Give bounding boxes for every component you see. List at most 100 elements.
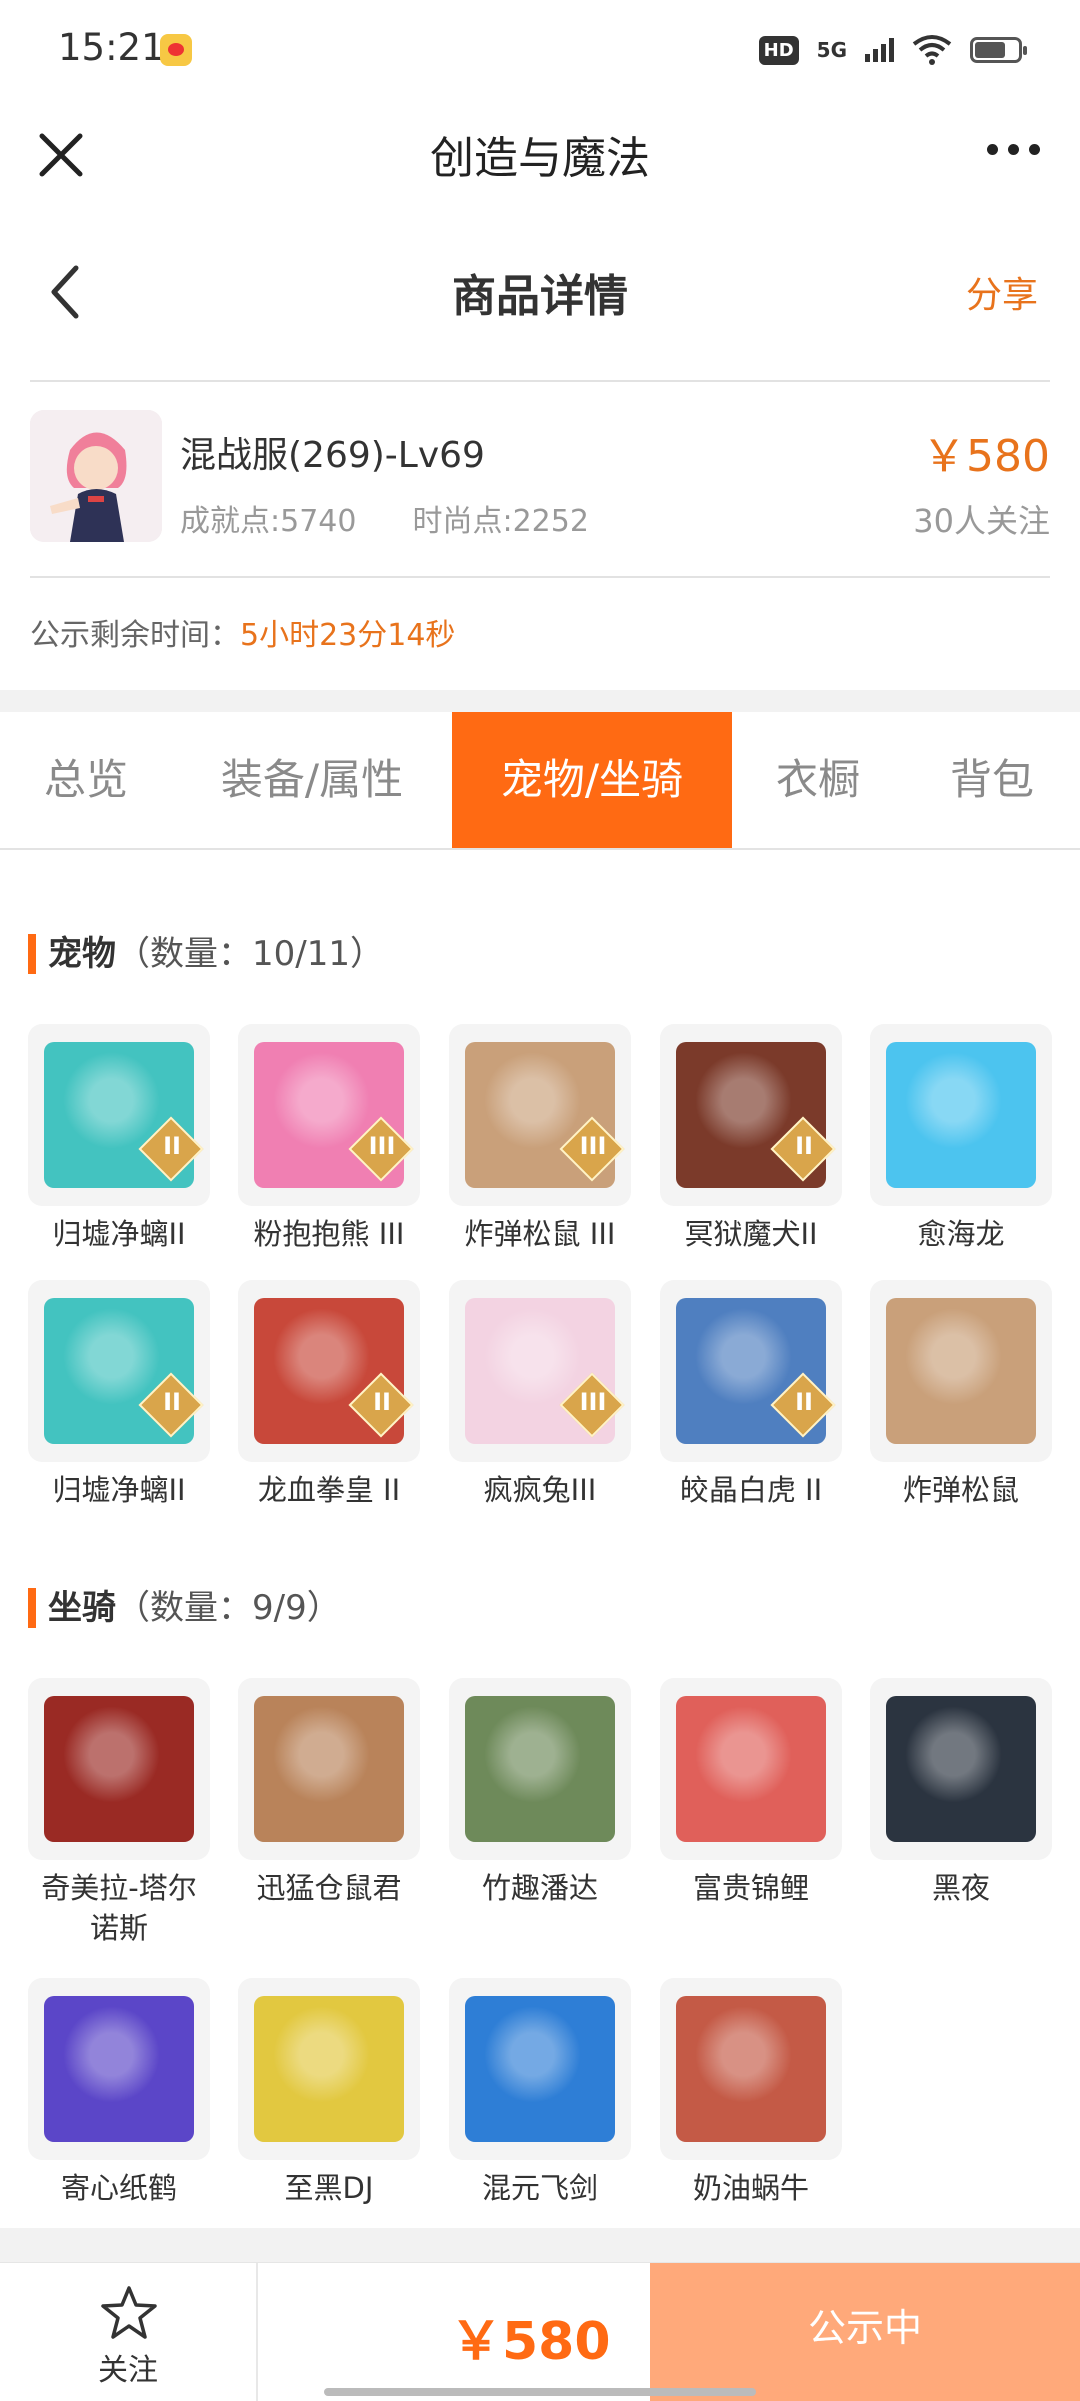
- mount-name: 富贵锦鲤: [692, 1871, 809, 1905]
- mount-item[interactable]: 富贵锦鲤: [660, 1678, 842, 1908]
- pet-item[interactable]: III 粉抱抱熊 III: [238, 1024, 420, 1254]
- pets-section-title: 宠物（数量：10/11）: [28, 926, 384, 975]
- pet-name: 归墟净螭II: [52, 1473, 186, 1507]
- pet-item[interactable]: 愈海龙: [870, 1024, 1052, 1254]
- product-stats: 成就点:5740 时尚点:2252: [180, 496, 589, 540]
- mount-thumbnail: [238, 1678, 420, 1860]
- pet-image: [886, 1042, 1036, 1188]
- pet-name: 皎晶白虎 II: [679, 1473, 823, 1507]
- mount-name: 黑夜: [931, 1871, 990, 1905]
- mounts-title: 坐骑: [48, 1588, 116, 1628]
- home-indicator: [324, 2388, 756, 2396]
- mounts-section-title: 坐骑（数量：9/9）: [28, 1580, 341, 1629]
- pet-thumbnail: II: [28, 1024, 210, 1206]
- mount-item[interactable]: 迅猛仓鼠君: [238, 1678, 420, 1908]
- mounts-count: （数量：9/9）: [116, 1588, 341, 1628]
- mount-item[interactable]: 至黑DJ: [238, 1978, 420, 2208]
- pet-name: 冥狱魔犬II: [684, 1217, 818, 1251]
- pets-title: 宠物: [48, 934, 116, 974]
- mount-image: [254, 1696, 404, 1842]
- product-name: 混战服(269)-Lv69: [180, 435, 485, 476]
- pet-item[interactable]: III 炸弹松鼠 III: [449, 1024, 631, 1254]
- share-button[interactable]: 分享: [966, 266, 1038, 318]
- mount-item[interactable]: 奇美拉-塔尔诺斯: [28, 1678, 210, 1948]
- fashion-points: 时尚点:2252: [412, 504, 589, 539]
- mount-image: [44, 1996, 194, 2142]
- pet-item[interactable]: III 疯疯兔III: [449, 1280, 631, 1510]
- mount-item[interactable]: 混元飞剑: [449, 1978, 631, 2208]
- tab-wardrobe[interactable]: 衣橱: [732, 712, 904, 848]
- tier-badge-label: II: [163, 1132, 181, 1160]
- tab-pets-mounts[interactable]: 宠物/坐骑: [452, 712, 732, 848]
- app-bar: 创造与魔法: [0, 100, 1080, 210]
- pet-name: 炸弹松鼠: [902, 1473, 1019, 1507]
- pet-thumbnail: [870, 1024, 1052, 1206]
- pet-item[interactable]: II 皎晶白虎 II: [660, 1280, 842, 1510]
- pet-thumbnail: II: [28, 1280, 210, 1462]
- pet-name: 龙血拳皇 II: [257, 1473, 401, 1507]
- tier-badge-label: II: [373, 1388, 391, 1416]
- status-icons: HD 5G: [758, 30, 1027, 70]
- mount-thumbnail: [238, 1978, 420, 2160]
- tab-overview[interactable]: 总览: [0, 712, 172, 848]
- pet-item[interactable]: II 归墟净螭II: [28, 1024, 210, 1254]
- mount-name: 寄心纸鹤: [60, 2171, 177, 2205]
- mount-item[interactable]: 黑夜: [870, 1678, 1052, 1908]
- status-bar: 15:21 HD 5G: [0, 0, 1080, 100]
- star-icon: [101, 2286, 157, 2339]
- tab-equipment[interactable]: 装备/属性: [172, 712, 452, 848]
- mount-thumbnail: [870, 1678, 1052, 1860]
- pet-name: 粉抱抱熊 III: [253, 1217, 405, 1251]
- mount-name: 至黑DJ: [284, 2171, 374, 2205]
- pets-count: （数量：10/11）: [116, 934, 384, 974]
- mount-name: 混元飞剑: [481, 2171, 598, 2205]
- bottom-bar: 关注 ￥580 公示中: [0, 2262, 1080, 2401]
- bottom-price: ￥580: [450, 2312, 611, 2372]
- pet-name: 炸弹松鼠 III: [464, 1217, 616, 1251]
- app-title: 创造与魔法: [430, 133, 650, 184]
- mount-thumbnail: [28, 1678, 210, 1860]
- pet-name: 疯疯兔III: [483, 1473, 597, 1507]
- pet-item[interactable]: II 龙血拳皇 II: [238, 1280, 420, 1510]
- pet-thumbnail: III: [238, 1024, 420, 1206]
- follow-count: 30人关注: [913, 502, 1050, 540]
- character-avatar: [30, 410, 162, 542]
- more-options-icon[interactable]: [987, 144, 1040, 155]
- mount-item[interactable]: 竹趣潘达: [449, 1678, 631, 1908]
- mount-image: [676, 1696, 826, 1842]
- status-time: 15:21: [58, 26, 165, 69]
- divider: [30, 576, 1050, 578]
- pet-item[interactable]: II 归墟净螭II: [28, 1280, 210, 1510]
- countdown-value: 5小时23分14秒: [240, 618, 456, 653]
- signal-bars-icon: [865, 38, 894, 62]
- mount-item[interactable]: 奶油蜗牛: [660, 1978, 842, 2208]
- tier-badge-label: II: [795, 1132, 813, 1160]
- tab-backpack[interactable]: 背包: [904, 712, 1080, 848]
- publicity-status-button[interactable]: 公示中: [650, 2263, 1080, 2401]
- follow-button[interactable]: 关注: [0, 2263, 258, 2401]
- pet-item[interactable]: 炸弹松鼠: [870, 1280, 1052, 1510]
- publicity-countdown: 公示剩余时间：5小时23分14秒: [30, 610, 455, 654]
- pet-thumbnail: [870, 1280, 1052, 1462]
- mount-name: 竹趣潘达: [481, 1871, 598, 1905]
- tier-badge-label: II: [795, 1388, 813, 1416]
- mount-thumbnail: [28, 1978, 210, 2160]
- pet-thumbnail: II: [238, 1280, 420, 1462]
- pet-thumbnail: II: [660, 1024, 842, 1206]
- mount-image: [44, 1696, 194, 1842]
- mount-image: [676, 1996, 826, 2142]
- page-title: 商品详情: [452, 271, 628, 322]
- tier-badge-label: III: [368, 1132, 396, 1160]
- mount-image: [886, 1696, 1036, 1842]
- achievement-points: 成就点:5740: [180, 504, 357, 539]
- pet-name: 归墟净螭II: [52, 1217, 186, 1251]
- mount-name: 奶油蜗牛: [692, 2171, 809, 2205]
- pet-image: [886, 1298, 1036, 1444]
- countdown-label: 公示剩余时间：: [30, 618, 240, 653]
- battery-icon: [970, 37, 1027, 63]
- weibo-notification-icon: [160, 34, 192, 66]
- mount-item[interactable]: 寄心纸鹤: [28, 1978, 210, 2208]
- pet-item[interactable]: II 冥狱魔犬II: [660, 1024, 842, 1254]
- mount-image: [465, 1696, 615, 1842]
- tier-badge-label: III: [579, 1388, 607, 1416]
